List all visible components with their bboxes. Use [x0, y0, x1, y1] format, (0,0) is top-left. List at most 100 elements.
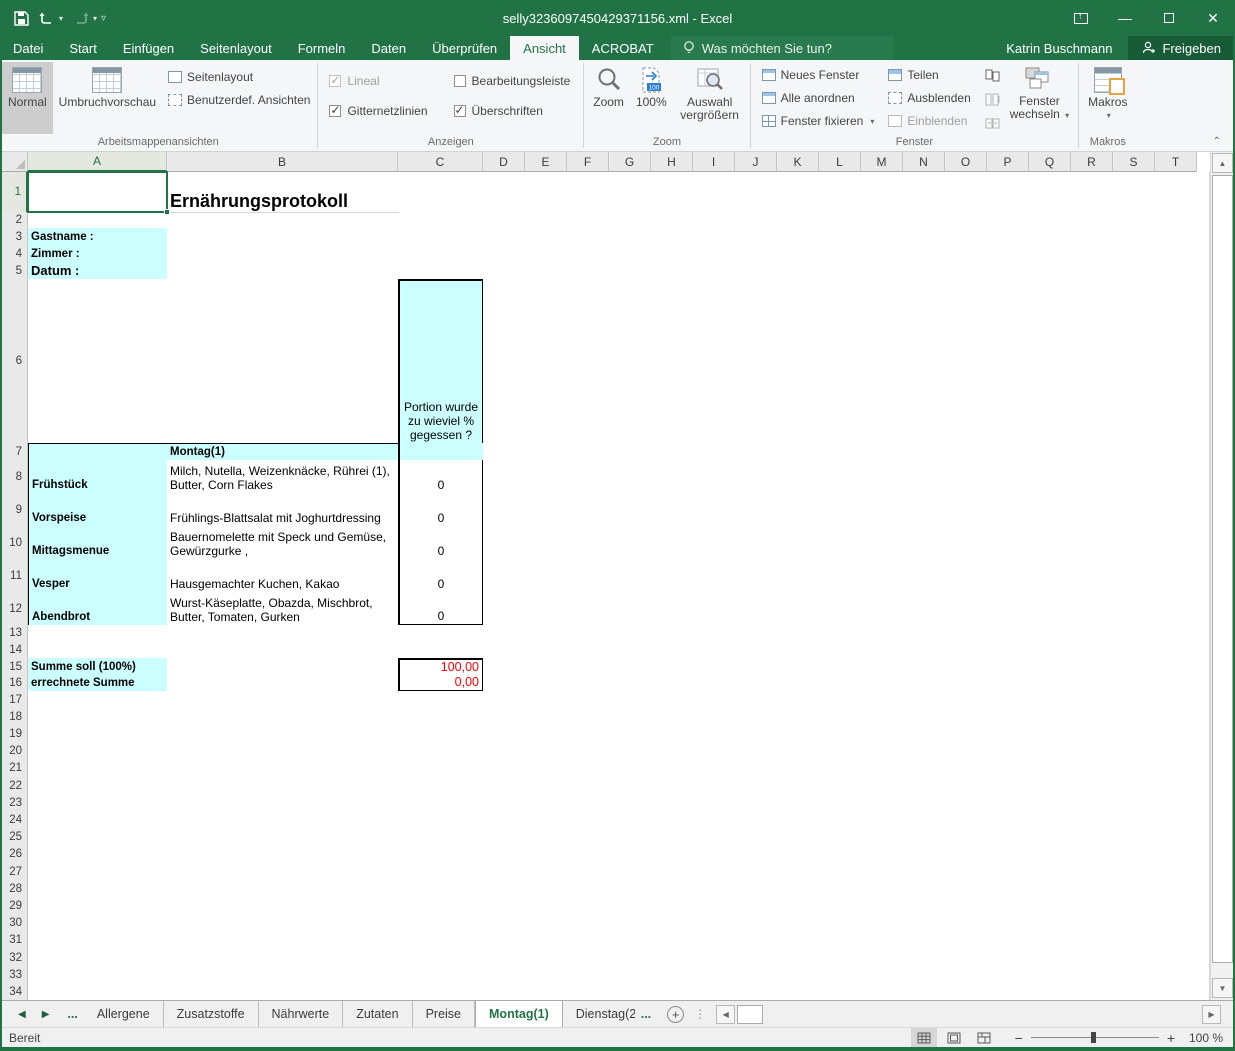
cell-H13[interactable] [651, 625, 694, 642]
cell-M31[interactable] [861, 932, 904, 950]
collapse-ribbon-icon[interactable]: ⌃ [1213, 136, 1221, 147]
cell-P1[interactable] [987, 172, 1030, 213]
cell-K4[interactable] [777, 245, 820, 263]
cell-S29[interactable] [1113, 897, 1156, 915]
cell-E16[interactable] [525, 675, 568, 692]
cell-E22[interactable] [525, 777, 568, 795]
column-header-M[interactable]: M [861, 152, 903, 172]
cell-B17[interactable] [167, 691, 399, 709]
close-button[interactable]: ✕ [1191, 0, 1235, 36]
cell-J33[interactable] [735, 966, 778, 984]
cell-C33[interactable] [398, 966, 484, 984]
column-header-C[interactable]: C [398, 152, 483, 172]
cell-E20[interactable] [525, 743, 568, 761]
cell-F34[interactable] [567, 983, 610, 1000]
cell-J21[interactable] [735, 760, 778, 778]
sheet-tab-zusatzstoffe[interactable]: Zusatzstoffe [164, 1001, 259, 1027]
cell-O28[interactable] [945, 880, 988, 898]
cell-C13[interactable] [398, 625, 484, 642]
cell-T19[interactable] [1155, 725, 1198, 743]
cell-C3[interactable] [398, 228, 484, 246]
cell-P34[interactable] [987, 983, 1030, 1000]
cell-G34[interactable] [609, 983, 652, 1000]
redo-button[interactable] [73, 12, 89, 25]
cell-A17[interactable] [28, 691, 168, 709]
cell-E34[interactable] [525, 983, 568, 1000]
cell-N17[interactable] [903, 691, 946, 709]
cell-L12[interactable] [819, 592, 862, 626]
cell-R13[interactable] [1071, 625, 1114, 642]
cell-P33[interactable] [987, 966, 1030, 984]
cell-O12[interactable] [945, 592, 988, 626]
cell-J28[interactable] [735, 880, 778, 898]
cell-R32[interactable] [1071, 949, 1114, 967]
cell-Q13[interactable] [1029, 625, 1072, 642]
cell-J3[interactable] [735, 228, 778, 246]
cell-G23[interactable] [609, 794, 652, 812]
cell-G6[interactable] [609, 279, 652, 444]
cell-F30[interactable] [567, 915, 610, 933]
column-header-R[interactable]: R [1071, 152, 1113, 172]
zoom-slider-track[interactable] [1031, 1037, 1159, 1038]
cell-S1[interactable] [1113, 172, 1156, 213]
redo-dropdown-icon[interactable]: ▾ [93, 14, 97, 23]
cell-N11[interactable] [903, 559, 946, 593]
cell-Q22[interactable] [1029, 777, 1072, 795]
cell-S24[interactable] [1113, 811, 1156, 829]
cell-P4[interactable] [987, 245, 1030, 263]
cell-B12[interactable]: Wurst-Käseplatte, Obazda, Mischbrot, But… [167, 592, 399, 626]
cell-O31[interactable] [945, 932, 988, 950]
cell-R5[interactable] [1071, 262, 1114, 280]
cell-C31[interactable] [398, 932, 484, 950]
share-button[interactable]: Freigeben [1128, 36, 1235, 60]
tab-seitenlayout[interactable]: Seitenlayout [187, 36, 285, 60]
cell-R3[interactable] [1071, 228, 1114, 246]
cell-T13[interactable] [1155, 625, 1198, 642]
cell-G1[interactable] [609, 172, 652, 213]
cell-H7[interactable] [651, 443, 694, 461]
scroll-up-icon[interactable]: ▲ [1212, 153, 1233, 173]
cell-C27[interactable] [398, 863, 484, 881]
cell-S25[interactable] [1113, 829, 1156, 847]
cell-A29[interactable] [28, 897, 168, 915]
cell-T10[interactable] [1155, 526, 1198, 560]
cell-K21[interactable] [777, 760, 820, 778]
cell-M32[interactable] [861, 949, 904, 967]
cell-B33[interactable] [167, 966, 399, 984]
cell-G26[interactable] [609, 846, 652, 864]
cell-R2[interactable] [1071, 212, 1114, 229]
cell-R25[interactable] [1071, 829, 1114, 847]
sheet-tab-allergene[interactable]: Allergene [84, 1001, 164, 1027]
cell-S23[interactable] [1113, 794, 1156, 812]
undo-button[interactable] [39, 12, 55, 25]
cell-D5[interactable] [483, 262, 526, 280]
cell-C30[interactable] [398, 915, 484, 933]
cell-F28[interactable] [567, 880, 610, 898]
cell-C7[interactable] [398, 443, 484, 461]
cell-F26[interactable] [567, 846, 610, 864]
cell-J26[interactable] [735, 846, 778, 864]
cell-M11[interactable] [861, 559, 904, 593]
cell-A6[interactable] [28, 279, 168, 444]
cell-E8[interactable] [525, 460, 568, 494]
cell-A1[interactable] [28, 172, 168, 213]
cell-G18[interactable] [609, 708, 652, 726]
cell-F17[interactable] [567, 691, 610, 709]
cell-M30[interactable] [861, 915, 904, 933]
cell-E10[interactable] [525, 526, 568, 560]
cell-I23[interactable] [693, 794, 736, 812]
cell-P29[interactable] [987, 897, 1030, 915]
cell-J1[interactable] [735, 172, 778, 213]
cell-E24[interactable] [525, 811, 568, 829]
column-header-J[interactable]: J [735, 152, 777, 172]
freeze-panes-button[interactable]: Fenster fixieren ▾ [762, 114, 875, 128]
cell-F8[interactable] [567, 460, 610, 494]
cell-B8[interactable]: Milch, Nutella, Weizenknäcke, Rührei (1)… [167, 460, 399, 494]
undo-dropdown-icon[interactable]: ▾ [59, 14, 63, 23]
cell-A3[interactable]: Gastname : [28, 228, 168, 246]
cell-S7[interactable] [1113, 443, 1156, 461]
cell-G33[interactable] [609, 966, 652, 984]
cell-Q24[interactable] [1029, 811, 1072, 829]
cell-L34[interactable] [819, 983, 862, 1000]
row-header-19[interactable]: 19 [0, 725, 28, 743]
